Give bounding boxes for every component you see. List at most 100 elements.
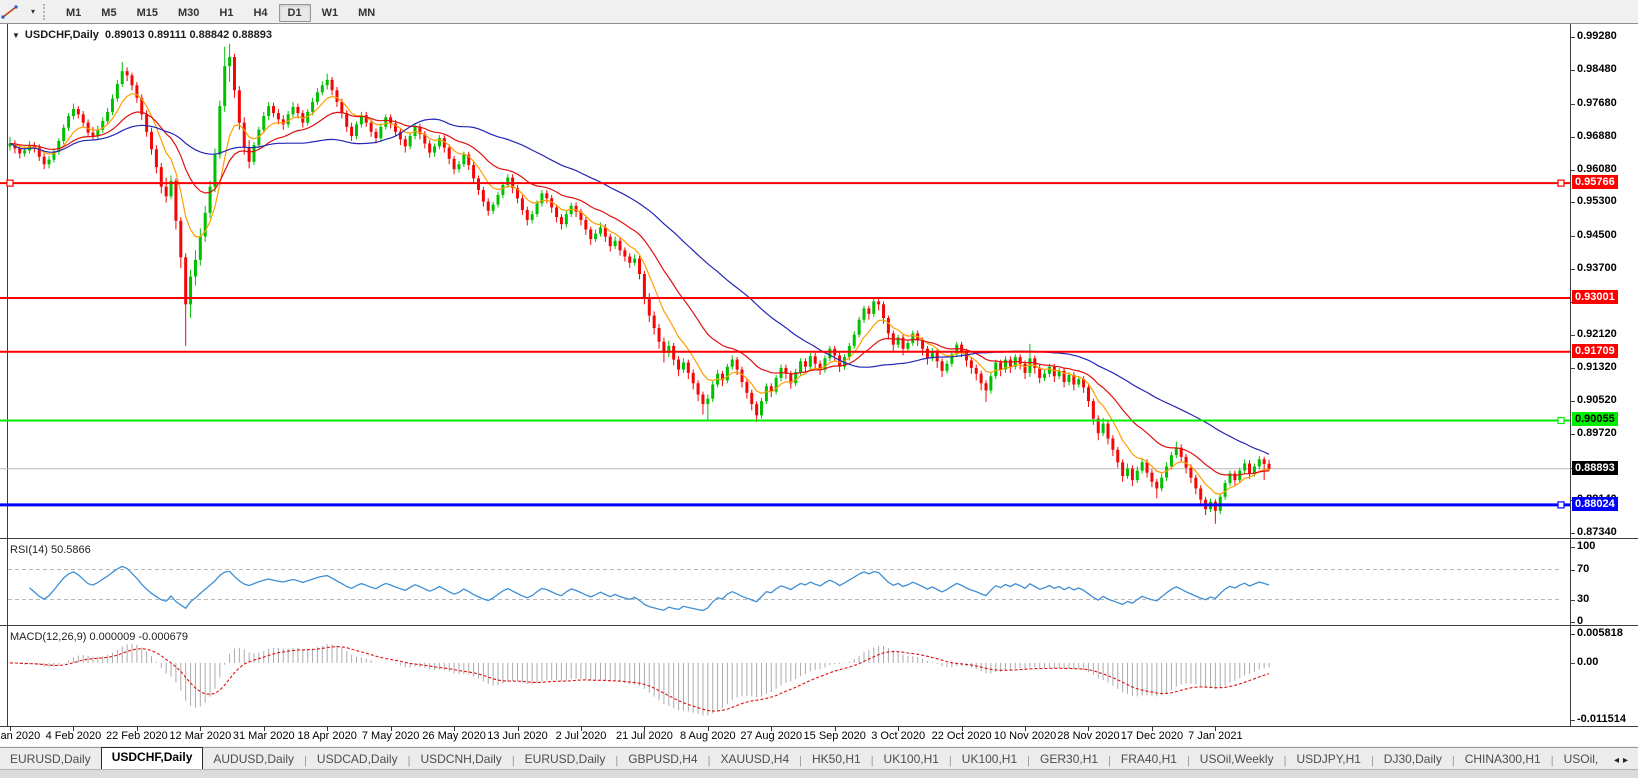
date-label[interactable]: 10 Nov 2020 — [994, 730, 1056, 742]
rsi-label: RSI(14) 50.5866 — [10, 544, 91, 556]
macd-histogram — [10, 644, 1269, 716]
tab-hk50-h1[interactable]: HK50,H1 — [802, 750, 871, 769]
hline-price-badge: 0.90055 — [1572, 412, 1618, 426]
chart-tab-bar: EURUSD,DailyUSDCHF,DailyAUDUSD,Daily|USD… — [0, 747, 1638, 769]
rsi-line — [30, 566, 1270, 610]
price-axis-label: 0.91320 — [1577, 361, 1617, 373]
date-label[interactable]: 4 Feb 2020 — [46, 730, 102, 742]
price-chart-canvas — [0, 24, 1570, 538]
tab-usdchf-daily[interactable]: USDCHF,Daily — [101, 747, 204, 769]
timeframe-button-mn[interactable]: MN — [349, 4, 384, 22]
tab-china300-h1[interactable]: CHINA300,H1 — [1455, 750, 1551, 769]
axis-tick — [1571, 401, 1575, 402]
price-axis-label: 0.89720 — [1577, 427, 1617, 439]
current-price-badge: 0.88893 — [1572, 461, 1618, 475]
axis-tick — [1571, 37, 1575, 38]
timeframe-button-m1[interactable]: M1 — [57, 4, 90, 22]
tab-xauusd-h4[interactable]: XAUUSD,H4 — [710, 750, 799, 769]
tool-dropdown-caret[interactable]: ▾ — [31, 7, 35, 16]
hline-price-badge: 0.93001 — [1572, 290, 1618, 304]
tab-gbpusd-h4[interactable]: GBPUSD,H4 — [618, 750, 707, 769]
axis-tick — [1571, 202, 1575, 203]
timeframe-button-h4[interactable]: H4 — [244, 4, 276, 22]
date-label[interactable]: 2 Jul 2020 — [556, 730, 607, 742]
price-axis-label: 0.92120 — [1577, 328, 1617, 340]
axis-tick — [1571, 720, 1575, 721]
trendline-tool-icon[interactable] — [3, 3, 29, 21]
date-label[interactable]: 22 Feb 2020 — [106, 730, 168, 742]
date-label[interactable]: 27 Aug 2020 — [740, 730, 802, 742]
date-label[interactable]: 7 Jan 2021 — [1188, 730, 1242, 742]
tab-usdcad-daily[interactable]: USDCAD,Daily — [307, 750, 408, 769]
date-label[interactable]: 16 Jan 2020 — [0, 730, 40, 742]
date-label[interactable]: 31 Mar 2020 — [233, 730, 295, 742]
price-axis-label: 0.95300 — [1577, 195, 1617, 207]
hline-0.88024[interactable] — [0, 502, 1570, 508]
date-label[interactable]: 13 Jun 2020 — [487, 730, 548, 742]
date-label[interactable]: 22 Oct 2020 — [932, 730, 992, 742]
axis-tick — [1571, 236, 1575, 237]
rsi-axis-label: 30 — [1577, 593, 1589, 605]
chart-title: ▼USDCHF,Daily 0.89013 0.89111 0.88842 0.… — [12, 29, 272, 41]
chart-collapse-icon[interactable]: ▼ — [12, 31, 20, 40]
tab-usdcnh-daily[interactable]: USDCNH,Daily — [410, 750, 511, 769]
price-axis-label: 0.97680 — [1577, 97, 1617, 109]
date-label[interactable]: 12 Mar 2020 — [169, 730, 231, 742]
price-axis-label: 0.90520 — [1577, 394, 1617, 406]
tab-scroll-arrows[interactable]: ◂▸ — [1614, 755, 1632, 769]
price-axis-label: 0.93700 — [1577, 262, 1617, 274]
hline-0.90055[interactable] — [0, 417, 1570, 423]
rsi-indicator-canvas — [0, 540, 1570, 625]
timeframe-button-m30[interactable]: M30 — [169, 4, 208, 22]
tab-audusd-daily[interactable]: AUDUSD,Daily — [203, 750, 304, 769]
tab-eurusd-daily[interactable]: EURUSD,Daily — [515, 750, 616, 769]
axis-tick — [1571, 335, 1575, 336]
axis-tick — [1571, 622, 1575, 623]
rsi-axis-label: 70 — [1577, 563, 1589, 575]
date-label[interactable]: 18 Apr 2020 — [298, 730, 357, 742]
axis-tick — [1571, 533, 1575, 534]
tab-uk100-h1[interactable]: UK100,H1 — [952, 750, 1027, 769]
tab-eurusd-daily[interactable]: EURUSD,Daily — [0, 750, 101, 769]
price-axis-label: 0.94500 — [1577, 229, 1617, 241]
tab-usoil[interactable]: USOil, — [1554, 750, 1609, 769]
top-toolbar: ▾ M1M5M15M30H1H4D1W1MN — [0, 0, 1638, 24]
date-label[interactable]: 17 Dec 2020 — [1121, 730, 1183, 742]
axis-tick — [1571, 634, 1575, 635]
date-label[interactable]: 15 Sep 2020 — [804, 730, 866, 742]
tab-usoil-weekly[interactable]: USOil,Weekly — [1190, 750, 1284, 769]
price-axis-label: 0.96080 — [1577, 163, 1617, 175]
macd-axis-label: 0.00 — [1577, 656, 1598, 668]
timeframe-button-w1[interactable]: W1 — [313, 4, 348, 22]
timeframe-button-m5[interactable]: M5 — [92, 4, 125, 22]
date-label[interactable]: 28 Nov 2020 — [1057, 730, 1119, 742]
axis-tick — [1571, 70, 1575, 71]
date-label[interactable]: 21 Jul 2020 — [616, 730, 673, 742]
tab-ger30-h1[interactable]: GER30,H1 — [1030, 750, 1108, 769]
date-label[interactable]: 7 May 2020 — [362, 730, 419, 742]
axis-tick — [1571, 547, 1575, 548]
date-label[interactable]: 3 Oct 2020 — [871, 730, 925, 742]
timeframe-button-d1[interactable]: D1 — [279, 4, 311, 22]
tab-uk100-h1[interactable]: UK100,H1 — [874, 750, 949, 769]
axis-tick — [1571, 434, 1575, 435]
tab-dj30-daily[interactable]: DJ30,Daily — [1374, 750, 1452, 769]
chart-bottom-border — [0, 726, 1638, 727]
price-axis-label: 0.96880 — [1577, 130, 1617, 142]
rsi-axis-label: 100 — [1577, 540, 1595, 552]
timeframe-button-m15[interactable]: M15 — [128, 4, 167, 22]
date-label[interactable]: 8 Aug 2020 — [680, 730, 736, 742]
timeframe-button-h1[interactable]: H1 — [210, 4, 242, 22]
chart-ohlc-values: 0.89013 0.89111 0.88842 0.88893 — [105, 29, 272, 41]
axis-tick — [1571, 663, 1575, 664]
hline-price-badge: 0.88024 — [1572, 497, 1618, 511]
date-label[interactable]: 26 May 2020 — [422, 730, 486, 742]
axis-tick — [1571, 600, 1575, 601]
axis-tick — [1571, 269, 1575, 270]
axis-tick — [1571, 104, 1575, 105]
tab-fra40-h1[interactable]: FRA40,H1 — [1111, 750, 1187, 769]
tab-usdjpy-h1[interactable]: USDJPY,H1 — [1286, 750, 1370, 769]
price-axis-label: 0.99280 — [1577, 30, 1617, 42]
hline-0.95766[interactable] — [0, 180, 1570, 186]
hline-price-badge: 0.91709 — [1572, 344, 1618, 358]
